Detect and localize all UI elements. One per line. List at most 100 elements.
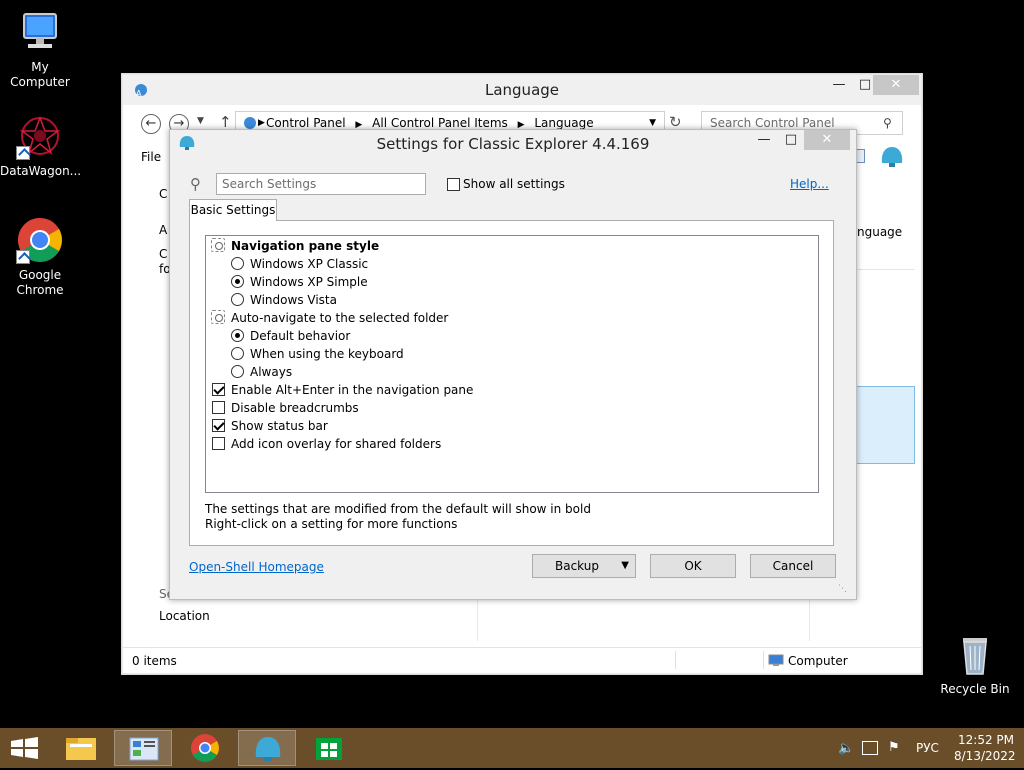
back-button[interactable]: ←: [141, 114, 161, 134]
status-bar: 0 items Computer: [123, 647, 921, 673]
checkbox-show-status-bar[interactable]: [212, 419, 225, 432]
input-language-indicator[interactable]: РУС: [916, 741, 939, 755]
backup-button[interactable]: Backup ▼: [532, 554, 636, 578]
search-icon: ⚲: [190, 175, 201, 193]
option-xp-simple[interactable]: Windows XP Simple: [250, 274, 368, 290]
hint-modified-bold: The settings that are modified from the …: [205, 502, 591, 516]
resize-grip-icon[interactable]: ⋱: [838, 584, 847, 594]
clock-date[interactable]: 8/13/2022: [954, 749, 1016, 763]
setting-nav-pane-style[interactable]: Navigation pane style: [231, 238, 379, 254]
recent-dropdown-icon[interactable]: ▼: [197, 116, 204, 126]
setting-auto-navigate[interactable]: Auto-navigate to the selected folder: [231, 310, 448, 326]
desktop-icon-label: My Computer: [10, 60, 70, 89]
setting-alt-enter[interactable]: Enable Alt+Enter in the navigation pane: [231, 382, 473, 398]
language-window-titlebar[interactable]: A Language — □ ✕: [123, 75, 921, 105]
show-all-settings-label[interactable]: Show all settings: [463, 177, 565, 191]
shortcut-arrow-icon: [16, 146, 30, 160]
dialog-minimize-button[interactable]: —: [750, 130, 778, 150]
start-button[interactable]: [0, 730, 50, 766]
settings-dialog-titlebar[interactable]: Settings for Classic Explorer 4.4.169 — …: [170, 130, 856, 158]
show-all-settings-checkbox[interactable]: [447, 178, 460, 191]
location-label: Location: [159, 609, 210, 623]
volume-muted-icon[interactable]: 🔈: [838, 741, 854, 756]
radio-vista[interactable]: [231, 293, 244, 306]
shortcut-arrow-icon: [16, 250, 30, 264]
taskbar-file-explorer[interactable]: [52, 730, 110, 766]
status-divider: [763, 651, 764, 669]
radio-always[interactable]: [231, 365, 244, 378]
setting-show-status-bar[interactable]: Show status bar: [231, 418, 328, 434]
desktop-icon-my-computer[interactable]: My Computer: [0, 8, 80, 90]
option-xp-classic[interactable]: Windows XP Classic: [250, 256, 368, 272]
desktop-icon-label: DataWagon...: [0, 164, 82, 178]
classic-shell-icon[interactable]: [879, 145, 905, 169]
chevron-down-icon: ▼: [621, 560, 629, 571]
content-fragment: A: [159, 223, 168, 237]
close-button[interactable]: ✕: [873, 75, 919, 95]
breadcrumb-language[interactable]: Language: [534, 116, 593, 130]
chrome-icon: [191, 734, 219, 762]
radio-xp-simple[interactable]: [231, 275, 244, 288]
checkbox-icon-overlay[interactable]: [212, 437, 225, 450]
column-divider: [477, 593, 478, 641]
settings-gear-icon: [211, 310, 225, 324]
basic-settings-panel: Navigation pane style Windows XP Classic…: [189, 220, 834, 546]
breadcrumb-all-items[interactable]: All Control Panel Items: [372, 116, 508, 130]
search-icon: ⚲: [883, 116, 892, 130]
taskbar: 🔈 ⚑ РУС 12:52 PM 8/13/2022: [0, 728, 1024, 768]
desktop-icon-label: Recycle Bin: [940, 682, 1010, 696]
folder-icon: [66, 738, 96, 760]
chrome-icon: [16, 216, 64, 264]
help-link[interactable]: Help...: [790, 177, 829, 191]
option-default-behavior[interactable]: Default behavior: [250, 328, 350, 344]
settings-dialog: Settings for Classic Explorer 4.4.169 — …: [169, 129, 857, 600]
taskbar-chrome[interactable]: [176, 730, 234, 766]
desktop-icon-google-chrome[interactable]: Google Chrome: [0, 216, 80, 298]
control-panel-icon: [129, 737, 159, 761]
taskbar-store[interactable]: [300, 730, 358, 766]
dialog-maximize-button[interactable]: □: [777, 130, 805, 150]
minimize-button[interactable]: —: [825, 75, 853, 95]
open-shell-homepage-link[interactable]: Open-Shell Homepage: [189, 560, 324, 574]
setting-icon-overlay[interactable]: Add icon overlay for shared folders: [231, 436, 441, 452]
hint-right-click: Right-click on a setting for more functi…: [205, 517, 458, 531]
column-divider: [809, 593, 810, 641]
option-keyboard[interactable]: When using the keyboard: [250, 346, 404, 362]
action-center-icon[interactable]: ⚑: [888, 740, 900, 755]
desktop-icon-datawagon[interactable]: DataWagon...: [0, 112, 82, 179]
setting-disable-breadcrumbs[interactable]: Disable breadcrumbs: [231, 400, 359, 416]
desktop-icon-recycle-bin[interactable]: Recycle Bin: [935, 630, 1015, 697]
taskbar-classic-explorer[interactable]: [238, 730, 296, 766]
network-icon[interactable]: [862, 741, 878, 755]
search-settings-input[interactable]: Search Settings: [216, 173, 426, 195]
status-item-count: 0 items: [132, 654, 177, 668]
breadcrumb-control-panel[interactable]: Control Panel: [266, 116, 346, 130]
desktop-icon-label: Google Chrome: [16, 268, 64, 297]
window-title: Language: [484, 81, 560, 99]
radio-xp-classic[interactable]: [231, 257, 244, 270]
content-fragment: nguage: [857, 225, 903, 239]
tab-basic-settings[interactable]: Basic Settings: [189, 199, 277, 221]
recycle-bin-icon: [951, 630, 999, 678]
classic-shell-icon: [255, 737, 281, 761]
radio-keyboard[interactable]: [231, 347, 244, 360]
status-computer: Computer: [788, 654, 848, 668]
taskbar-control-panel[interactable]: [114, 730, 172, 766]
ok-button[interactable]: OK: [650, 554, 736, 578]
selected-list-region: [855, 386, 915, 464]
clock-time[interactable]: 12:52 PM: [958, 733, 1014, 747]
radio-default-behavior[interactable]: [231, 329, 244, 342]
checkbox-disable-breadcrumbs[interactable]: [212, 401, 225, 414]
computer-icon: [16, 8, 64, 56]
cancel-button[interactable]: Cancel: [750, 554, 836, 578]
dialog-close-button[interactable]: ✕: [804, 130, 850, 150]
settings-tree[interactable]: Navigation pane style Windows XP Classic…: [205, 235, 819, 493]
option-vista[interactable]: Windows Vista: [250, 292, 337, 308]
computer-icon: [768, 654, 784, 667]
windows-logo-icon: [11, 737, 38, 759]
datawagon-icon: [16, 112, 64, 160]
menu-file[interactable]: File: [141, 150, 161, 164]
checkbox-alt-enter[interactable]: [212, 383, 225, 396]
option-always[interactable]: Always: [250, 364, 292, 380]
content-fragment: C: [159, 187, 168, 201]
